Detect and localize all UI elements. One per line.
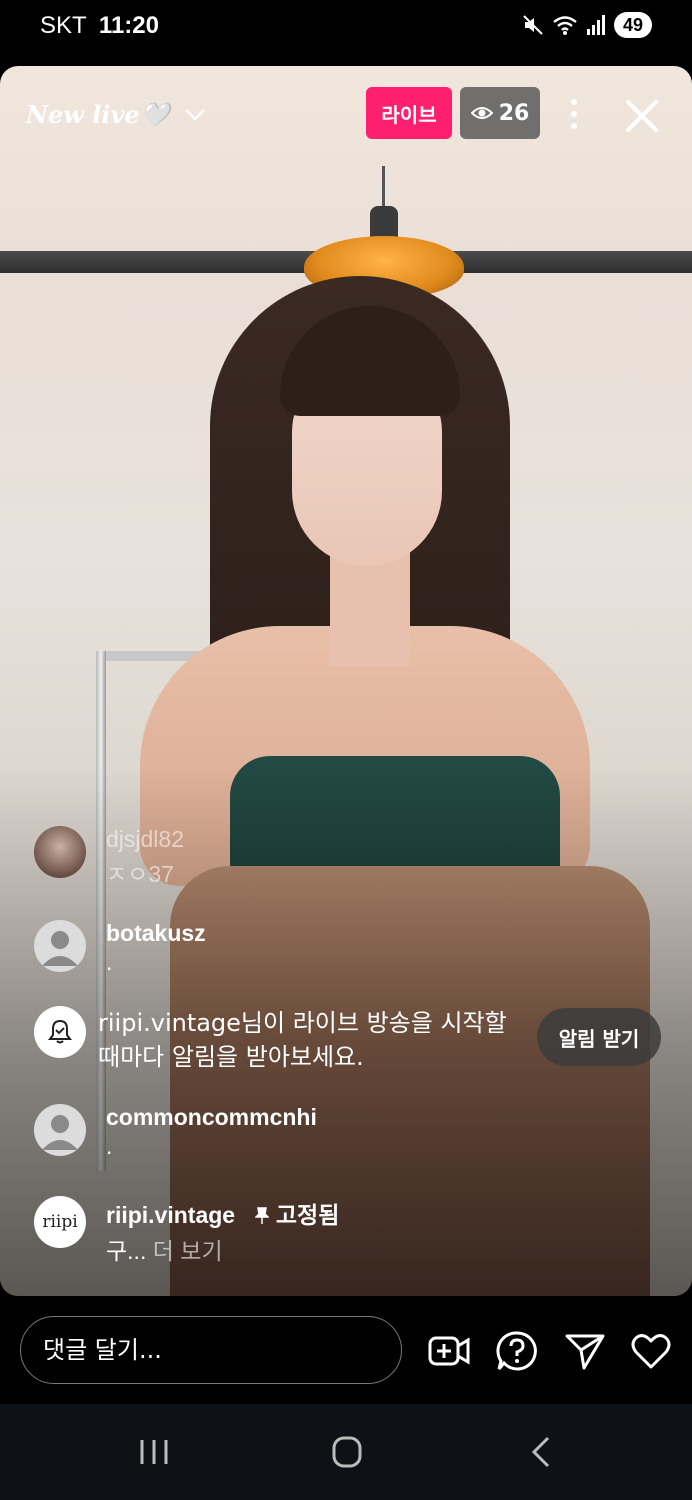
status-right: 49 [522,12,652,38]
avatar[interactable] [34,1104,86,1156]
carrier: SKT [40,12,87,39]
signal-icon [587,15,605,35]
recent-apps-icon[interactable] [134,1434,174,1470]
avatar[interactable] [34,826,86,878]
notification-prompt: riipi.vintage님이 라이브 방송을 시작할 때마다 알림을 받아보세… [34,1006,518,1074]
comment-username[interactable]: djsjdl82 [106,826,184,853]
comment-text: 구... [106,1238,147,1264]
default-user-icon [42,931,78,966]
see-more-link[interactable]: 더 보기 [153,1238,223,1264]
comment-item[interactable]: commoncommcnhi . [34,1104,317,1160]
comment-input[interactable] [20,1316,402,1384]
home-icon[interactable] [326,1434,366,1470]
question-icon[interactable] [496,1330,538,1372]
live-title: New live🤍 [26,100,170,129]
system-nav-bar [0,1404,692,1500]
bell-check-icon [48,1019,72,1044]
comment-username[interactable]: riipi.vintage [106,1202,235,1228]
battery-indicator: 49 [614,12,652,38]
default-user-icon [42,1115,78,1150]
comment-username[interactable]: commoncommcnhi [106,1104,317,1131]
avatar[interactable] [34,920,86,972]
comment-item[interactable]: botakusz . [34,920,206,976]
pinned-label: 고정됨 [275,1202,340,1228]
back-icon[interactable] [522,1434,562,1470]
pin-icon [254,1207,271,1224]
chevron-down-icon [184,108,205,121]
comment-text: . [106,949,113,975]
more-options-icon[interactable] [560,96,588,132]
bottom-action-bar [0,1296,692,1404]
get-notifications-button[interactable]: 알림 받기 [537,1008,661,1066]
live-title-dropdown[interactable]: New live🤍 [26,100,206,129]
live-video[interactable]: New live🤍 라이브 26 djsjdl82 ㅈㅇ37 botakusz … [0,66,692,1296]
notification-text: riipi.vintage님이 라이브 방송을 시작할 때마다 알림을 받아보세… [98,1009,507,1071]
eye-icon [470,107,493,119]
send-icon[interactable] [564,1330,606,1372]
comment-item[interactable]: djsjdl82 ㅈㅇ37 [34,826,184,889]
comment-username[interactable]: botakusz [106,920,206,947]
mute-icon [523,15,543,35]
comment-text-row: 구... 더 보기 [106,1232,339,1266]
status-left: SKT 11:20 [40,12,159,40]
clock: 11:20 [98,12,159,39]
wifi-icon [553,16,577,35]
close-icon[interactable] [620,94,664,138]
add-video-icon[interactable] [428,1330,470,1372]
viewer-count: 26 [498,100,530,126]
pinned-username-row: riipi.vintage 고정됨 [106,1196,339,1230]
pinned-comment[interactable]: riipi riipi.vintage 고정됨 구... 더 보기 [34,1196,339,1266]
comment-text: . [106,1133,113,1159]
avatar [34,1006,86,1058]
comment-text: ㅈㅇ37 [106,861,174,887]
avatar[interactable]: riipi [34,1196,86,1248]
heart-icon[interactable] [630,1330,672,1372]
status-bar: SKT 11:20 49 [0,0,692,56]
pin-tag: 고정됨 [254,1202,340,1228]
live-badge: 라이브 [366,87,452,139]
viewer-count-badge[interactable]: 26 [460,87,540,139]
